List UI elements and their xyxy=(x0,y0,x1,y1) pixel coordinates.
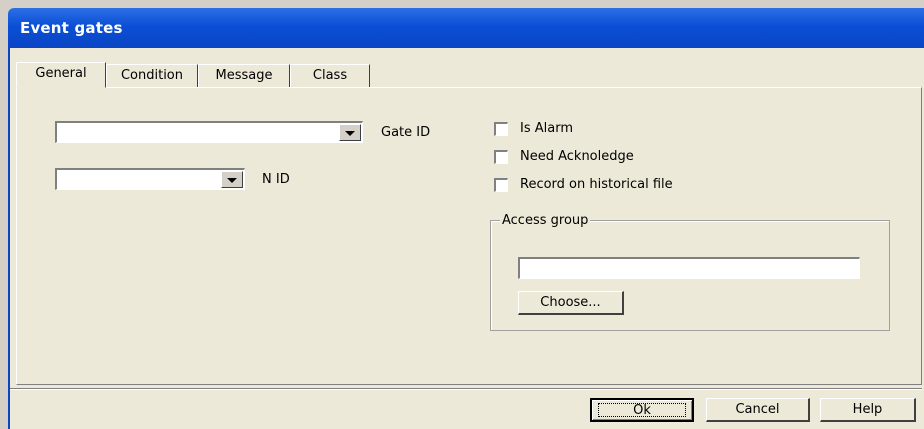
ok-button[interactable]: Ok xyxy=(590,398,694,422)
cancel-button[interactable]: Cancel xyxy=(706,398,810,422)
is-alarm-checkbox[interactable] xyxy=(494,122,508,136)
focus-rect xyxy=(598,403,686,417)
tab-label: General xyxy=(35,66,87,81)
chevron-down-icon xyxy=(345,131,355,136)
help-button-label: Help xyxy=(852,402,883,417)
n-id-label: N ID xyxy=(262,172,290,187)
n-id-combobox[interactable] xyxy=(55,168,245,190)
tab-class[interactable]: Class xyxy=(290,64,370,87)
choose-button[interactable]: Choose... xyxy=(518,291,624,315)
is-alarm-label[interactable]: Is Alarm xyxy=(520,121,573,136)
footer-separator xyxy=(10,388,922,390)
tab-label: Class xyxy=(312,68,348,83)
n-id-dropdown-button[interactable] xyxy=(221,171,243,188)
help-button[interactable]: Help xyxy=(820,398,916,422)
tab-message[interactable]: Message xyxy=(198,64,290,87)
tab-general[interactable]: General xyxy=(16,62,106,88)
tab-condition[interactable]: Condition xyxy=(106,64,198,87)
record-historical-label[interactable]: Record on historical file xyxy=(520,177,673,192)
access-group-legend: Access group xyxy=(500,213,591,228)
choose-button-label: Choose... xyxy=(540,295,601,310)
gate-id-label: Gate ID xyxy=(381,125,431,140)
record-historical-checkbox[interactable] xyxy=(494,178,508,192)
access-group-input[interactable] xyxy=(518,257,860,279)
gate-id-combobox[interactable] xyxy=(55,121,363,143)
cancel-button-label: Cancel xyxy=(735,402,780,417)
window-title: Event gates xyxy=(20,19,123,37)
need-acknoledge-checkbox[interactable] xyxy=(494,150,508,164)
chevron-down-icon xyxy=(227,178,237,183)
gate-id-dropdown-button[interactable] xyxy=(339,124,361,141)
need-acknoledge-label[interactable]: Need Acknoledge xyxy=(520,149,634,164)
tab-label: Condition xyxy=(120,68,184,83)
tab-label: Message xyxy=(215,68,273,83)
title-bar[interactable]: Event gates xyxy=(8,8,924,48)
